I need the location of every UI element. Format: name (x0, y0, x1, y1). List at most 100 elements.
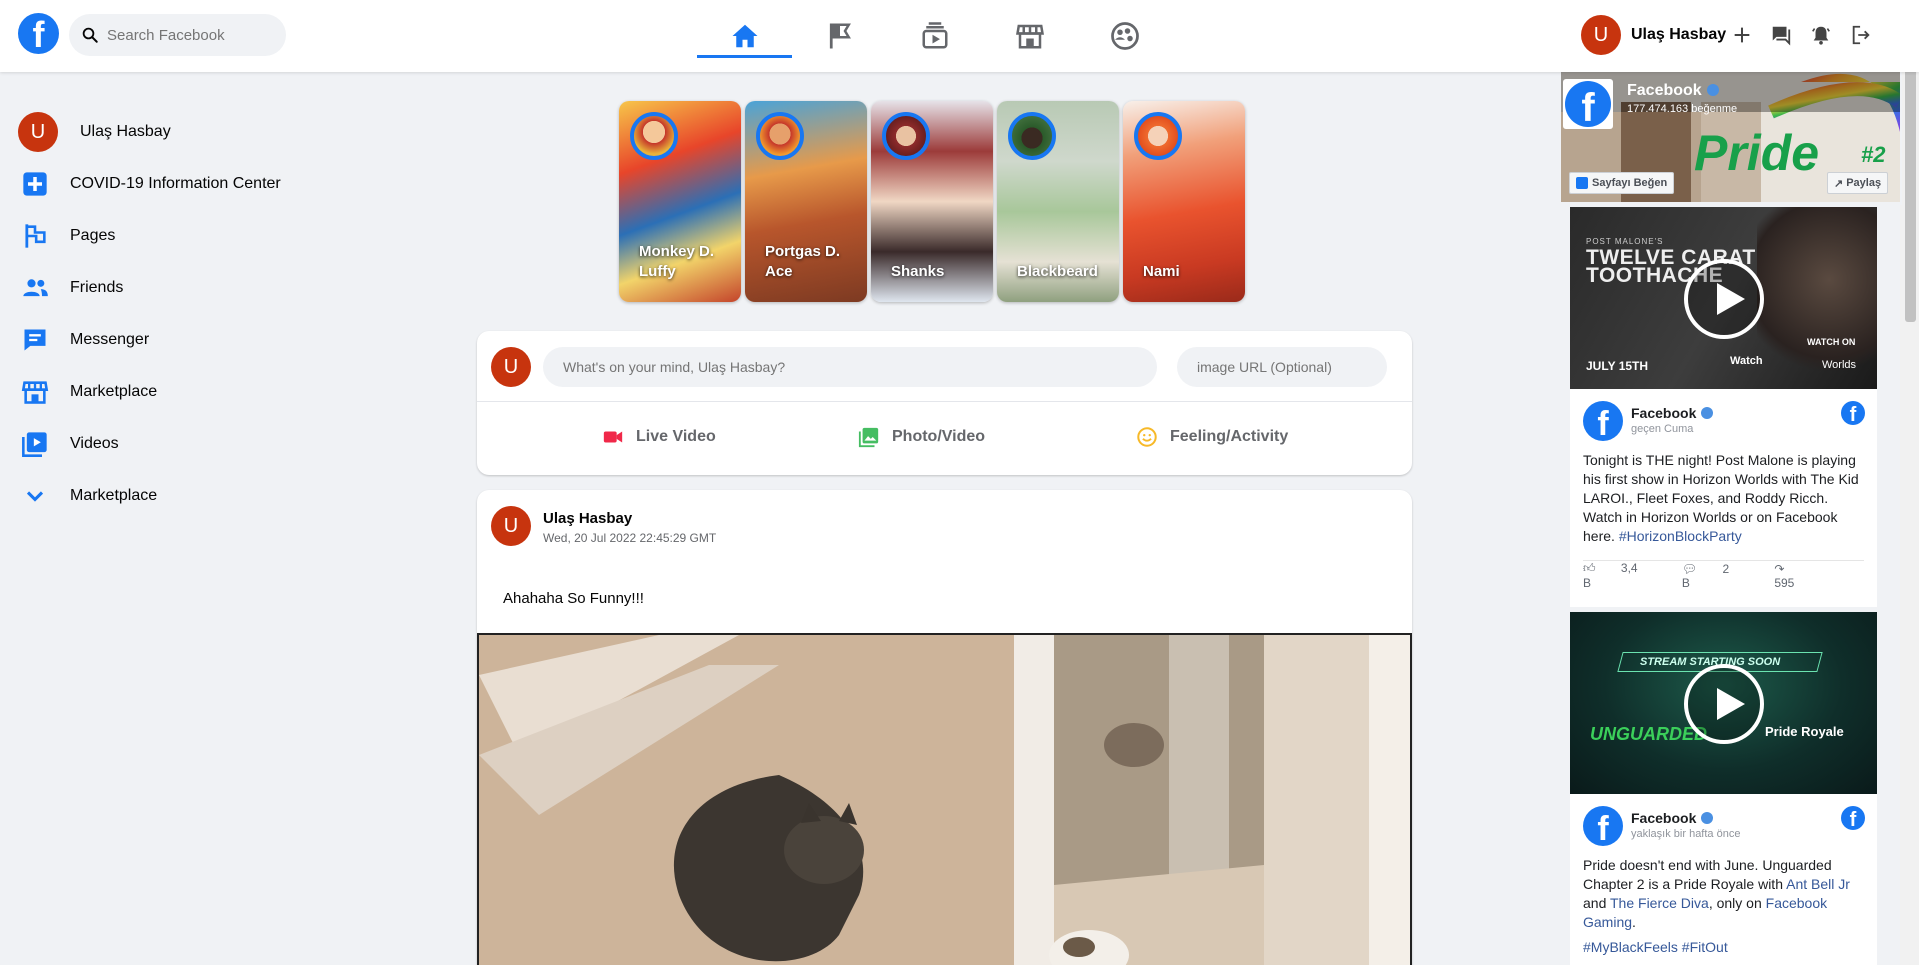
video-thumbnail[interactable]: STREAM STARTING SOON UNGUARDED Pride Roy… (1570, 612, 1877, 794)
share-icon: ↷ (1774, 561, 1785, 576)
verified-icon (1706, 84, 1719, 96)
marketplace-icon (18, 375, 52, 409)
mention-link[interactable]: The Fierce Diva (1610, 895, 1709, 911)
facebook-logo-icon[interactable]: f (18, 13, 59, 54)
banner-title: Pride (1694, 125, 1819, 181)
shares-value: 595 (1774, 575, 1795, 590)
page-name-text: Facebook (1627, 82, 1702, 99)
tab-home[interactable] (697, 0, 792, 72)
play-button-icon[interactable] (1684, 259, 1764, 339)
sidebar-item-friends[interactable]: Friends (18, 262, 318, 314)
sidebar-item-profile[interactable]: U Ulaş Hasbay (18, 106, 318, 158)
page-name[interactable]: Facebook (1631, 810, 1714, 826)
tab-watch[interactable] (887, 0, 982, 72)
hashtag-link[interactable]: #HorizonBlockParty (1619, 528, 1742, 544)
profile-chip[interactable]: U Ulaş Hasbay (1581, 15, 1726, 55)
search-input[interactable] (107, 26, 277, 44)
story-avatar (882, 112, 930, 160)
photo-video-button[interactable]: Photo/Video (858, 415, 985, 459)
groups-icon (1110, 22, 1139, 50)
sidebar-item-pages[interactable]: Pages (18, 210, 318, 262)
bell-icon (1812, 26, 1830, 45)
story-avatar (756, 112, 804, 160)
avatar: U (491, 347, 531, 387)
facebook-mini-icon[interactable]: f (1841, 401, 1865, 425)
story-card[interactable]: Blackbeard (997, 101, 1119, 302)
sidebar-item-see-more[interactable]: Marketplace (18, 470, 318, 522)
likes-count[interactable]: 👍︎ 3,4 B (1583, 561, 1660, 590)
live-video-button[interactable]: Live Video (602, 415, 716, 459)
page-likes: 177.474.163 beğenme (1627, 103, 1738, 115)
logout-icon (1852, 25, 1870, 45)
pages-flag-icon (18, 219, 52, 253)
comment-icon: 💬︎ (1681, 561, 1698, 576)
avatar: U (18, 112, 58, 152)
notifications-button[interactable] (1808, 22, 1834, 48)
button-label: Paylaş (1846, 177, 1882, 189)
plus-icon (1734, 27, 1750, 43)
sidebar-item-messenger[interactable]: Messenger (18, 314, 318, 366)
avatar[interactable]: U (491, 506, 531, 546)
page-name[interactable]: Facebook (1627, 82, 1719, 100)
feeling-activity-button[interactable]: Feeling/Activity (1136, 415, 1288, 459)
cat-photo (479, 635, 1410, 965)
like-icon: 👍︎ (1583, 561, 1596, 575)
sidebar-item-covid[interactable]: COVID-19 Information Center (18, 158, 318, 210)
messenger-button[interactable] (1768, 22, 1794, 48)
page-scrollbar[interactable] (1902, 0, 1919, 965)
facebook-logo-icon[interactable]: f (1583, 401, 1623, 441)
search-icon (82, 27, 98, 43)
page-name[interactable]: Facebook (1631, 405, 1714, 421)
sidebar-item-label: Marketplace (70, 383, 158, 400)
button-label: Feeling/Activity (1170, 428, 1289, 445)
page-feed-post: STREAM STARTING SOON UNGUARDED Pride Roy… (1570, 612, 1877, 965)
story-card[interactable]: Nami (1123, 101, 1245, 302)
search-bar[interactable] (69, 14, 286, 56)
messenger-icon (1772, 26, 1791, 46)
sidebar-item-videos[interactable]: Videos (18, 418, 318, 470)
messenger-icon (18, 323, 52, 357)
verified-icon (1701, 812, 1714, 824)
thumb-right: Pride Royale (1765, 724, 1844, 739)
story-name: Blackbeard (1017, 263, 1098, 280)
sidebar-item-label: COVID-19 Information Center (70, 175, 281, 192)
mention-link[interactable]: Ant Bell Jr (1786, 876, 1850, 892)
facebook-logo-icon[interactable]: f (1583, 806, 1623, 846)
like-page-button[interactable]: Sayfayı Beğen (1569, 172, 1675, 194)
image-url-input[interactable] (1177, 347, 1387, 387)
share-arrow-icon: ↗ (1834, 177, 1844, 190)
sidebar-item-marketplace[interactable]: Marketplace (18, 366, 318, 418)
comments-count[interactable]: 💬︎ 2 B (1682, 562, 1752, 590)
shares-count[interactable]: ↷ 595 (1774, 562, 1842, 590)
play-button-icon[interactable] (1684, 664, 1764, 744)
tab-groups[interactable] (1077, 0, 1172, 72)
facebook-mini-icon[interactable]: f (1841, 806, 1865, 830)
story-name: Nami (1143, 263, 1180, 280)
post-author[interactable]: Ulaş Hasbay (543, 510, 632, 527)
sidebar-item-label: Friends (70, 279, 124, 296)
left-sidebar: U Ulaş Hasbay COVID-19 Information Cente… (18, 106, 318, 522)
thumb-watch-on: WATCH ON (1807, 337, 1856, 347)
hashtag-link[interactable]: #MyBlackFeels #FitOut (1583, 939, 1728, 955)
story-card[interactable]: Monkey D. Luffy (619, 101, 741, 302)
video-thumbnail[interactable]: POST MALONE'S TWELVE CARAT TOOTHACHE JUL… (1570, 207, 1877, 389)
marketplace-icon (1015, 24, 1044, 49)
home-icon (732, 24, 757, 48)
facebook-square-icon (1576, 177, 1588, 189)
post-image[interactable] (477, 633, 1412, 965)
chevron-down-icon (18, 479, 52, 513)
create-button[interactable] (1729, 22, 1755, 48)
status-input[interactable] (543, 347, 1157, 387)
flag-icon (829, 23, 851, 49)
post-stats: 👍︎ 3,4 B 💬︎ 2 B ↷ 595 (1583, 560, 1864, 590)
page-plugin: Pride #2 f Facebook 177.474.163 beğenme … (1561, 72, 1900, 202)
sidebar-item-label: Marketplace (70, 487, 158, 504)
logout-button[interactable] (1848, 22, 1874, 48)
tab-marketplace[interactable] (982, 0, 1077, 72)
story-card[interactable]: Portgas D. Ace (745, 101, 867, 302)
story-card[interactable]: Shanks (871, 101, 993, 302)
smiley-icon (1137, 427, 1157, 447)
share-button[interactable]: ↗ Paylaş (1827, 172, 1889, 194)
feed-post: U Ulaş Hasbay Wed, 20 Jul 2022 22:45:29 … (477, 490, 1412, 965)
tab-pages[interactable] (792, 0, 887, 72)
